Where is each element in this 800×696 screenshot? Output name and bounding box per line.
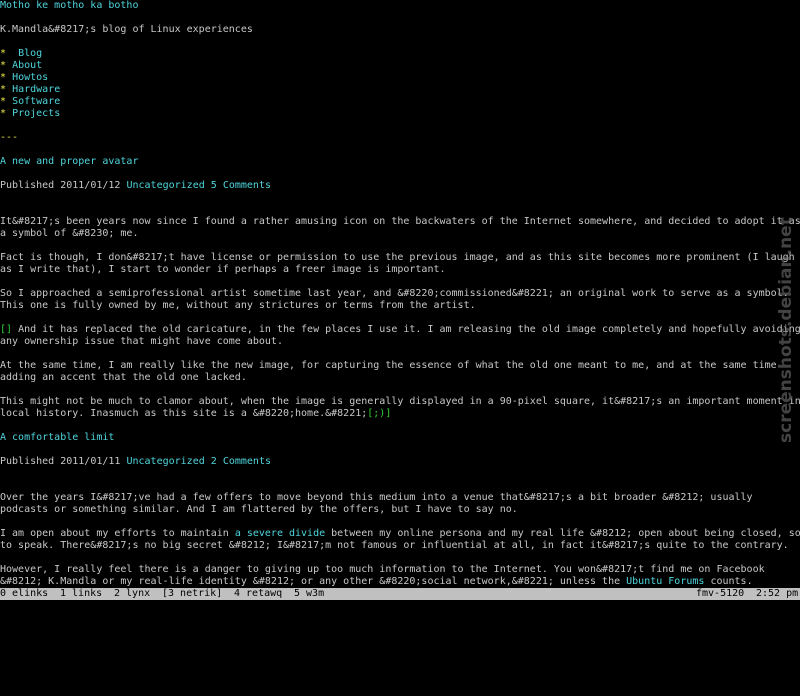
nav-item-blog[interactable]: * Blog [0,48,42,60]
status-bar: 0 elinks 1 links 2 lynx [3 netrik] 4 ret… [0,588,800,600]
window-tab-w3m[interactable]: 5 w3m [294,588,324,600]
watermark: screenshots.debian.net [776,217,796,443]
post-meta: Published 2011/01/11 Uncategorized 2 Com… [0,456,271,467]
site-tagline: K.Mandla&#8217;s blog of Linux experienc… [0,24,253,35]
post-date: 2011/01/12 [60,180,121,191]
comments-link[interactable]: 2 Comments [211,456,271,467]
comments-link[interactable]: 5 Comments [211,180,271,191]
paragraph-line: [] And it has replaced the old caricatur… [0,324,800,335]
post-title[interactable]: A comfortable limit [0,432,114,444]
nav-item-howtos[interactable]: * Howtos [0,72,48,84]
paragraph-line: Over the years I&#8217;ve had a few offe… [0,492,753,503]
window-tab-lynx[interactable]: 2 lynx [114,588,150,600]
paragraph-line: It&#8217;s been years now since I found … [0,216,800,227]
post-date: 2011/01/11 [60,456,121,467]
category-link[interactable]: Uncategorized [126,180,204,191]
smiley-image-link[interactable]: [;)] [367,408,391,419]
window-tab-netrik[interactable]: [3 netrik] [162,588,222,600]
paragraph-line: adding an accent that the old one lacked… [0,372,247,383]
paragraph-line: as I write that), I start to wonder if p… [0,264,446,275]
paragraph-line: So I approached a semiprofessional artis… [0,288,789,299]
paragraph-line: &#8212; K.Mandla or my real-life identit… [0,576,753,587]
window-tab-elinks[interactable]: 0 elinks [0,588,48,600]
post-title[interactable]: A new and proper avatar [0,156,138,168]
paragraph-line: This one is fully owned by me, without a… [0,300,476,311]
paragraph-line: I am open about my efforts to maintain a… [0,528,800,539]
post-meta: Published 2011/01/12 Uncategorized 5 Com… [0,180,271,191]
paragraph-line: This might not be much to clamor about, … [0,396,800,407]
paragraph-line: local history. Inasmuch as this site is … [0,408,392,419]
image-link[interactable]: [] [0,324,12,335]
paragraph-line: to speak. There&#8217;s no big secret &#… [0,540,789,551]
paragraph-line: However, I really feel there is a danger… [0,564,765,575]
paragraph-line: podcasts or something similar. And I am … [0,504,518,515]
window-tab-links[interactable]: 1 links [60,588,102,600]
browser-content: Motho ke motho ka botho K.Mandla&#8217;s… [0,0,800,588]
severe-divide-link[interactable]: a severe divide [235,528,325,539]
clock: 2:52 pm [756,588,799,599]
nav-item-about[interactable]: * About [0,60,42,72]
ubuntu-forums-link[interactable]: Ubuntu Forums [626,576,704,587]
paragraph-line: any ownership issue that might have come… [0,336,283,347]
nav-item-hardware[interactable]: * Hardware [0,84,60,96]
nav-separator: --- [0,132,19,143]
category-link[interactable]: Uncategorized [126,456,204,467]
hostname: fmv-5120 [696,588,745,599]
paragraph-line: Fact is though, I don&#8217;t have licen… [0,252,795,263]
site-title[interactable]: Motho ke motho ka botho [0,0,138,12]
nav-item-software[interactable]: * Software [0,96,60,108]
paragraph-line: a symbol of &#8230; me. [0,228,139,239]
paragraph-line: At the same time, I am really like the n… [0,360,777,371]
nav-item-projects[interactable]: * Projects [0,108,60,120]
window-tab-retawq[interactable]: 4 retawq [234,588,282,600]
